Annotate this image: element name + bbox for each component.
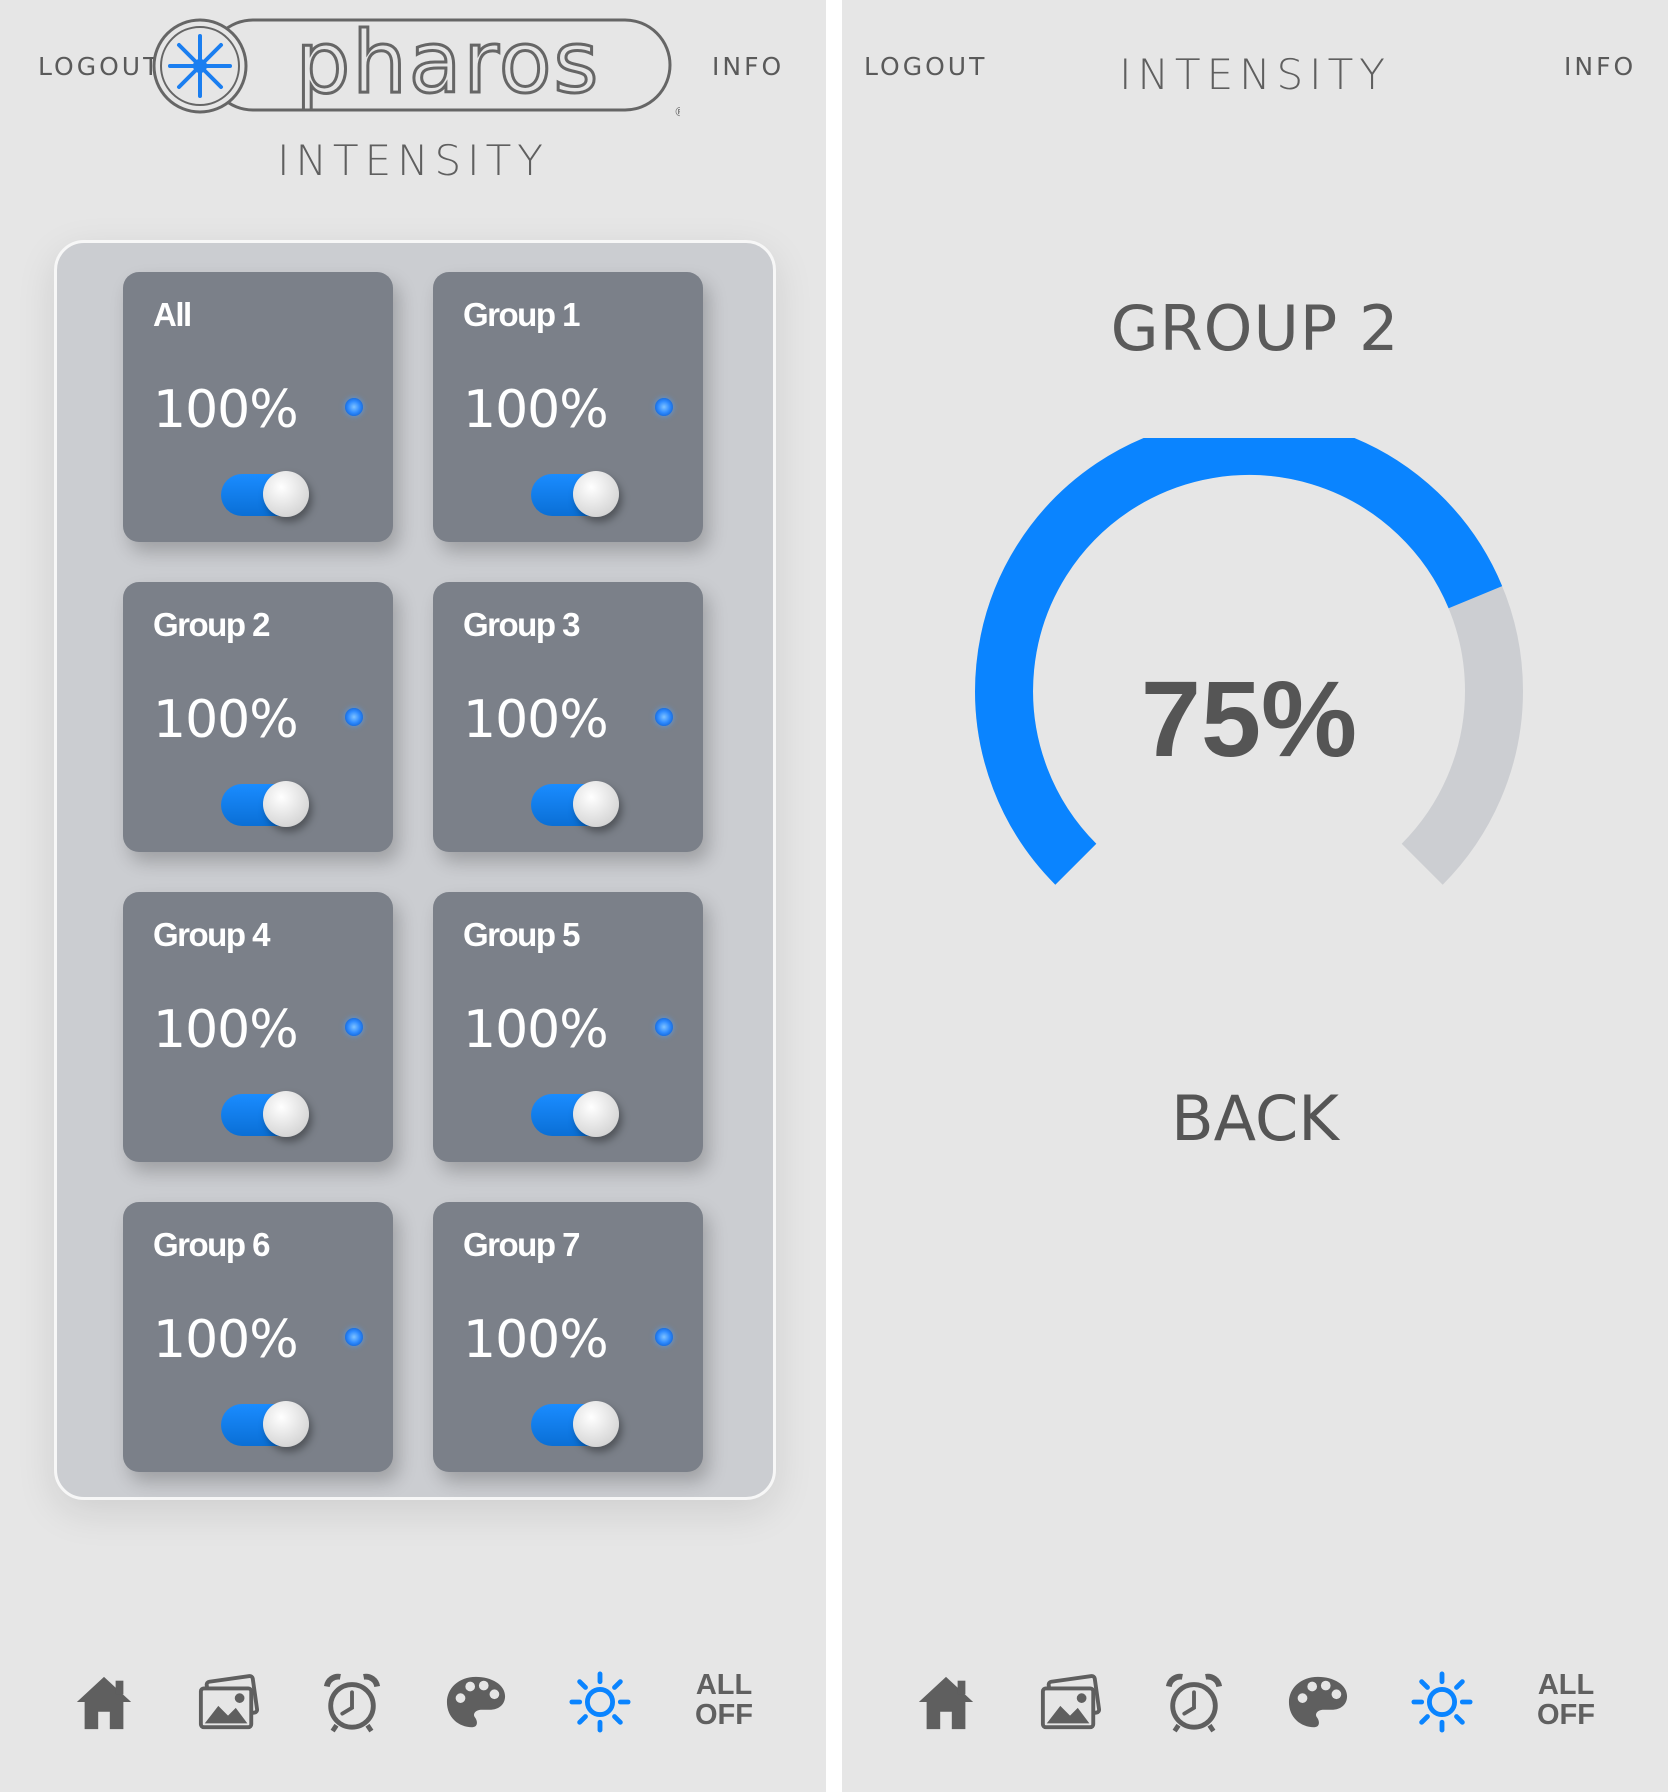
- group-intensity: 100%: [463, 380, 609, 440]
- back-button[interactable]: BACK: [842, 1082, 1668, 1155]
- group-name: Group 4: [153, 916, 271, 953]
- page-title: INTENSITY: [277, 136, 549, 185]
- alarm-clock-icon: [1165, 1673, 1223, 1733]
- toggle-knob: [573, 1401, 619, 1447]
- bottom-nav: ALL OFF: [842, 1662, 1668, 1742]
- all-off-line2: OFF: [695, 1699, 753, 1731]
- toggle-knob: [573, 1091, 619, 1137]
- toggle-knob: [263, 1091, 309, 1137]
- toggle-knob: [263, 1401, 309, 1447]
- group-toggle[interactable]: [531, 471, 619, 517]
- logo-wordmark: pharos: [296, 18, 601, 113]
- palette-icon: [446, 1676, 506, 1728]
- dial-value-label: 75%: [1141, 658, 1357, 779]
- group-toggle[interactable]: [531, 781, 619, 827]
- intensity-dial[interactable]: 75%: [966, 438, 1532, 958]
- status-led-icon: [345, 708, 363, 726]
- group-card[interactable]: Group 4 100%: [123, 892, 393, 1162]
- all-off-line2: OFF: [1537, 1699, 1595, 1731]
- status-led-icon: [655, 1328, 673, 1346]
- nav-colors[interactable]: [1278, 1662, 1358, 1742]
- nav-gallery[interactable]: [188, 1662, 268, 1742]
- all-off-button[interactable]: ALL OFF: [1526, 1670, 1606, 1730]
- status-led-icon: [655, 398, 673, 416]
- nav-colors[interactable]: [436, 1662, 516, 1742]
- group-toggle[interactable]: [221, 781, 309, 827]
- group-card[interactable]: Group 7 100%: [433, 1202, 703, 1472]
- gallery-icon: [198, 1674, 259, 1730]
- status-led-icon: [655, 1018, 673, 1036]
- group-toggle[interactable]: [221, 1401, 309, 1447]
- groups-panel: All 100% Group 1 100% Group 2 100% Group 3 100%…: [54, 240, 776, 1500]
- toggle-knob: [263, 781, 309, 827]
- group-title: GROUP 2: [1110, 292, 1400, 365]
- nav-home[interactable]: [906, 1662, 986, 1742]
- nav-schedule[interactable]: [1154, 1662, 1234, 1742]
- nav-intensity[interactable]: [1402, 1662, 1482, 1742]
- home-icon: [76, 1676, 132, 1730]
- group-toggle[interactable]: [531, 1091, 619, 1137]
- info-link[interactable]: INFO: [712, 52, 784, 81]
- pharos-logo: pharos ®: [152, 18, 680, 118]
- group-toggle[interactable]: [221, 1091, 309, 1137]
- toggle-knob: [573, 471, 619, 517]
- group-name: Group 3: [463, 606, 581, 643]
- status-led-icon: [345, 1018, 363, 1036]
- group-card[interactable]: All 100%: [123, 272, 393, 542]
- group-card[interactable]: Group 2 100%: [123, 582, 393, 852]
- nav-intensity[interactable]: [560, 1662, 640, 1742]
- nav-home[interactable]: [64, 1662, 144, 1742]
- status-led-icon: [655, 708, 673, 726]
- brightness-icon: [1411, 1671, 1473, 1733]
- bottom-nav: ALL OFF: [0, 1662, 826, 1742]
- alarm-clock-icon: [323, 1673, 381, 1733]
- all-off-line1: ALL: [1537, 1669, 1595, 1701]
- all-off-line1: ALL: [695, 1669, 753, 1701]
- group-detail-screen: LOGOUT INFO INTENSITY GROUP 2 75% BACK A…: [842, 0, 1668, 1792]
- group-intensity: 100%: [463, 1310, 609, 1370]
- registered-mark: ®: [674, 105, 680, 118]
- group-card[interactable]: Group 5 100%: [433, 892, 703, 1162]
- group-card[interactable]: Group 3 100%: [433, 582, 703, 852]
- group-toggle[interactable]: [531, 1401, 619, 1447]
- logout-link[interactable]: LOGOUT: [38, 52, 161, 81]
- page-title: INTENSITY: [1119, 50, 1391, 99]
- all-off-button[interactable]: ALL OFF: [684, 1670, 764, 1730]
- palette-icon: [1288, 1676, 1348, 1728]
- group-toggle[interactable]: [221, 471, 309, 517]
- group-name: Group 6: [153, 1226, 271, 1263]
- group-intensity: 100%: [153, 1000, 299, 1060]
- group-intensity: 100%: [463, 1000, 609, 1060]
- group-intensity: 100%: [153, 690, 299, 750]
- group-card[interactable]: Group 1 100%: [433, 272, 703, 542]
- group-intensity: 100%: [153, 380, 299, 440]
- status-led-icon: [345, 398, 363, 416]
- gallery-icon: [1040, 1674, 1101, 1730]
- toggle-knob: [263, 471, 309, 517]
- dial-fill: [975, 438, 1503, 885]
- status-led-icon: [345, 1328, 363, 1346]
- toggle-knob: [573, 781, 619, 827]
- group-name: Group 1: [463, 296, 581, 333]
- group-name: Group 7: [463, 1226, 581, 1263]
- nav-schedule[interactable]: [312, 1662, 392, 1742]
- group-name: All: [153, 296, 192, 333]
- group-intensity: 100%: [153, 1310, 299, 1370]
- group-name: Group 2: [153, 606, 271, 643]
- group-card[interactable]: Group 6 100%: [123, 1202, 393, 1472]
- nav-gallery[interactable]: [1030, 1662, 1110, 1742]
- group-name: Group 5: [463, 916, 581, 953]
- intensity-list-screen: LOGOUT INFO pharos ® INTENSITY All 100% Gr…: [0, 0, 826, 1792]
- brightness-icon: [569, 1671, 631, 1733]
- home-icon: [918, 1676, 974, 1730]
- group-intensity: 100%: [463, 690, 609, 750]
